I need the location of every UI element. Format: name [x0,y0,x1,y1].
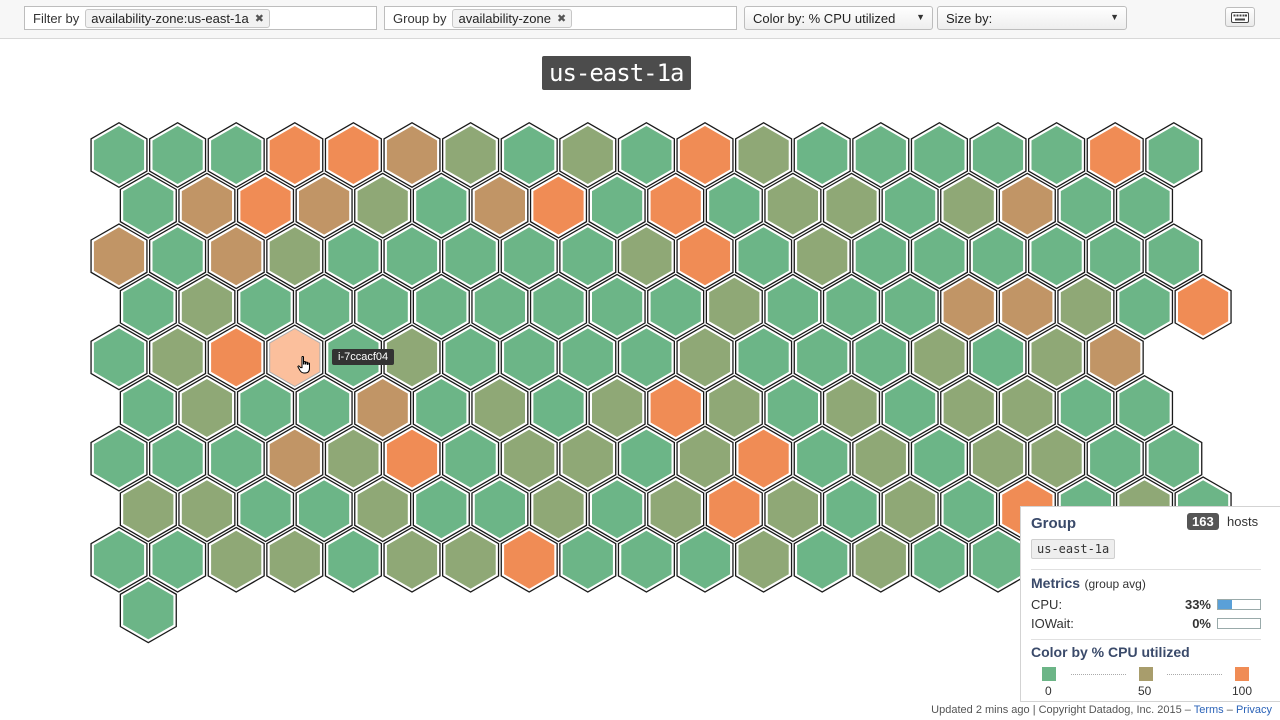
group-heading: Group [1031,515,1076,532]
divider [1031,639,1261,640]
footer-dash: – [1226,704,1233,716]
metric-bar [1217,618,1261,629]
legend-label-high: 100 [1232,684,1253,698]
metric-name: CPU: [1031,597,1063,612]
hosts-label: hosts [1227,514,1259,529]
group-value-tag: us-east-1a [1031,539,1116,559]
host-tooltip: i-7ccacf04 [332,349,395,365]
metrics-heading-row: Metrics (group avg) [1031,575,1146,593]
legend-swatch-mid [1139,667,1153,681]
metric-row-cpu: CPU: 33% [1031,597,1261,613]
metric-value: 0% [1192,616,1211,631]
privacy-link[interactable]: Privacy [1236,704,1272,716]
legend-label-low: 0 [1045,684,1052,698]
metrics-heading: Metrics [1031,575,1081,591]
metric-bar [1217,599,1261,610]
footer: Updated 2 mins ago | Copyright Datadog, … [931,704,1272,716]
legend-divider [1167,674,1222,676]
metric-bar-fill [1218,600,1232,609]
terms-link[interactable]: Terms [1194,704,1224,716]
metric-value: 33% [1184,597,1211,612]
metric-name: IOWait: [1031,616,1074,631]
legend-label-mid: 50 [1138,684,1152,698]
legend-swatch-high [1235,667,1249,681]
hand-pointer-icon [297,356,310,374]
group-info-panel: Group 163 hosts us-east-1a Metrics (grou… [1020,506,1280,702]
footer-separator: | [1032,704,1036,716]
metric-row-iowait: IOWait: 0% [1031,616,1261,632]
legend-swatch-low [1042,667,1056,681]
copyright-text: Copyright Datadog, Inc. 2015 – [1038,704,1191,716]
metrics-subheading: (group avg) [1084,577,1146,591]
host-count-badge: 163 [1187,513,1219,530]
legend-divider [1071,674,1126,676]
updated-text: Updated 2 mins ago [931,704,1030,716]
divider [1031,569,1261,570]
color-legend-heading: Color by % CPU utilized [1031,644,1190,660]
